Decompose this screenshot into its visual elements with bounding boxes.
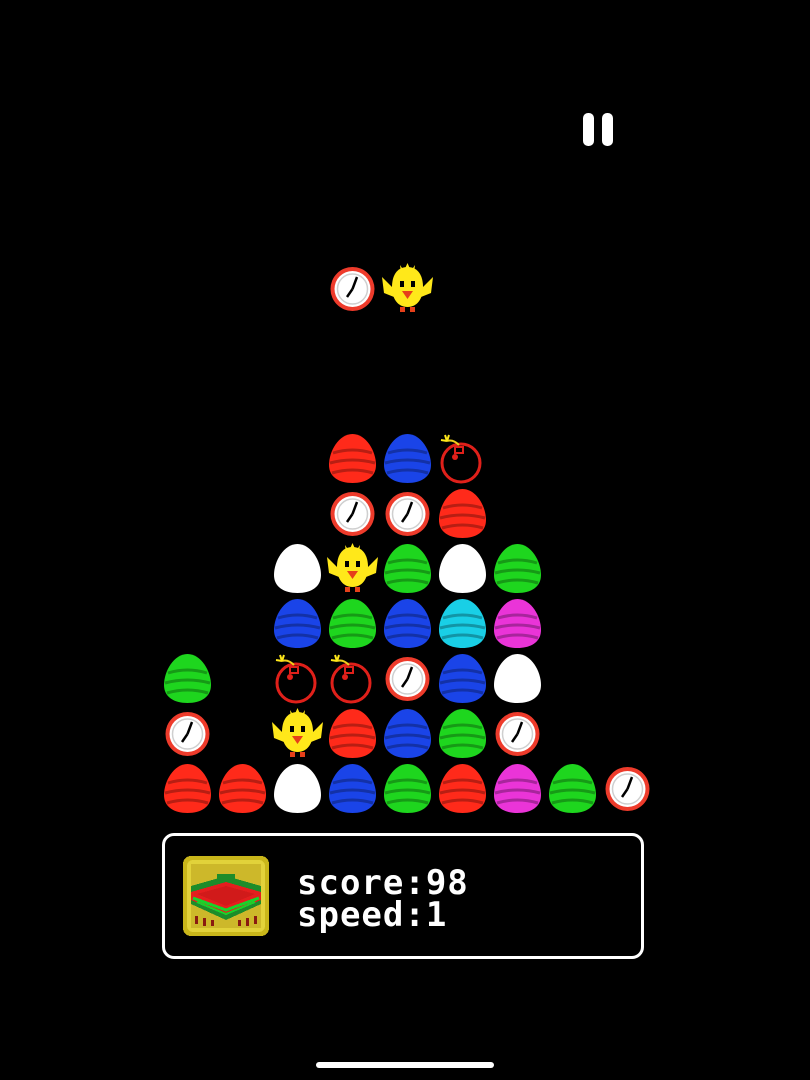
chick-piece xyxy=(325,541,380,596)
pause-icon-bar xyxy=(602,113,613,146)
green-egg xyxy=(380,761,435,816)
red-egg xyxy=(435,761,490,816)
magenta-egg xyxy=(490,761,545,816)
speed-label: speed:1 xyxy=(297,895,448,935)
red-egg xyxy=(435,486,490,541)
falling-clock-piece xyxy=(325,261,380,316)
red-egg xyxy=(160,761,215,816)
green-egg xyxy=(490,541,545,596)
clock-piece xyxy=(325,486,380,541)
blue-egg xyxy=(380,706,435,761)
green-egg xyxy=(160,651,215,706)
status-panel: score:98 speed:1 xyxy=(162,833,644,959)
green-egg xyxy=(435,706,490,761)
green-egg xyxy=(545,761,600,816)
white-egg xyxy=(435,541,490,596)
game-screen[interactable]: score:98 speed:1 xyxy=(0,0,810,1080)
poncho-icon xyxy=(183,856,269,936)
red-egg xyxy=(325,706,380,761)
bomb-piece xyxy=(270,651,325,706)
white-egg xyxy=(490,651,545,706)
blue-egg xyxy=(270,596,325,651)
clock-piece xyxy=(380,651,435,706)
blue-egg xyxy=(435,651,490,706)
red-egg xyxy=(215,761,270,816)
pause-icon xyxy=(583,113,594,146)
blue-egg xyxy=(380,431,435,486)
magenta-egg xyxy=(490,596,545,651)
home-indicator[interactable] xyxy=(316,1062,494,1068)
chick-piece xyxy=(270,706,325,761)
pause-button[interactable] xyxy=(578,110,618,150)
red-egg xyxy=(325,431,380,486)
green-egg xyxy=(325,596,380,651)
falling-chick-piece xyxy=(380,261,435,316)
blue-egg xyxy=(325,761,380,816)
clock-piece xyxy=(380,486,435,541)
clock-piece xyxy=(490,706,545,761)
bomb-piece xyxy=(325,651,380,706)
blue-egg xyxy=(380,596,435,651)
white-egg xyxy=(270,761,325,816)
cyan-egg xyxy=(435,596,490,651)
clock-piece xyxy=(160,706,215,761)
clock-piece xyxy=(600,761,655,816)
bomb-piece xyxy=(435,431,490,486)
green-egg xyxy=(380,541,435,596)
white-egg xyxy=(270,541,325,596)
